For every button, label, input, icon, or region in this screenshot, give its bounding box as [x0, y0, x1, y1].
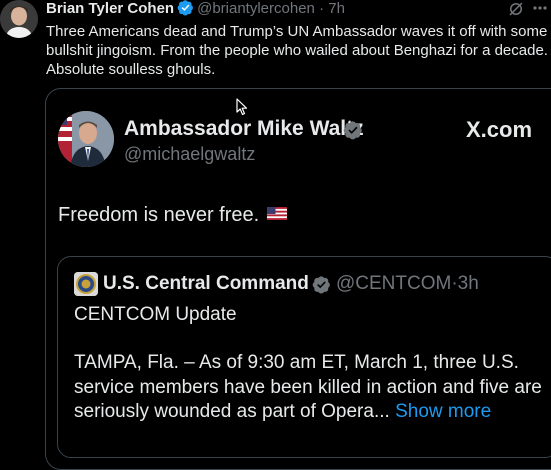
embed-author-handle: @michaelgwaltz — [124, 144, 256, 164]
separator-dot: · — [319, 0, 325, 17]
us-flag-icon — [266, 207, 287, 220]
post-text: Three Americans dead and Trump’s UN Amba… — [46, 23, 548, 78]
quote-time: 3h — [457, 273, 479, 294]
embed-text-content: Freedom is never free. — [58, 204, 260, 226]
quote-body: TAMPA, Fla. – As of 9:30 am ET, March 1,… — [74, 351, 551, 425]
embed-author-avatar — [58, 111, 114, 167]
post-header: Brian Tyler Cohen @briantylercohen · 7h — [46, 0, 345, 20]
show-more-link: Show more — [395, 401, 492, 422]
post-time[interactable]: 7h — [328, 0, 345, 17]
embed-text: Freedom is never free. — [58, 201, 287, 229]
author-handle[interactable]: @briantylercohen — [197, 0, 315, 17]
xcom-logo: X.com — [466, 117, 533, 142]
centcom-logo-icon — [74, 272, 98, 296]
embed-verified-icon — [343, 121, 362, 140]
quote-title: CENTCOM Update — [74, 304, 237, 325]
embed-author-name: Ambassador Mike Waltz — [124, 117, 364, 140]
author-name[interactable]: Brian Tyler Cohen — [46, 0, 174, 17]
grok-icon[interactable] — [507, 0, 525, 18]
quote-verified-icon — [312, 276, 330, 294]
mouse-cursor-icon — [236, 98, 248, 116]
verified-badge-icon — [177, 0, 194, 16]
author-avatar[interactable] — [0, 0, 38, 38]
quote-author-handle: @CENTCOM — [336, 273, 452, 294]
quote-author-name: U.S. Central Command — [103, 273, 309, 294]
more-icon[interactable] — [533, 6, 547, 10]
quote-meta: @CENTCOM·3h — [336, 271, 479, 297]
